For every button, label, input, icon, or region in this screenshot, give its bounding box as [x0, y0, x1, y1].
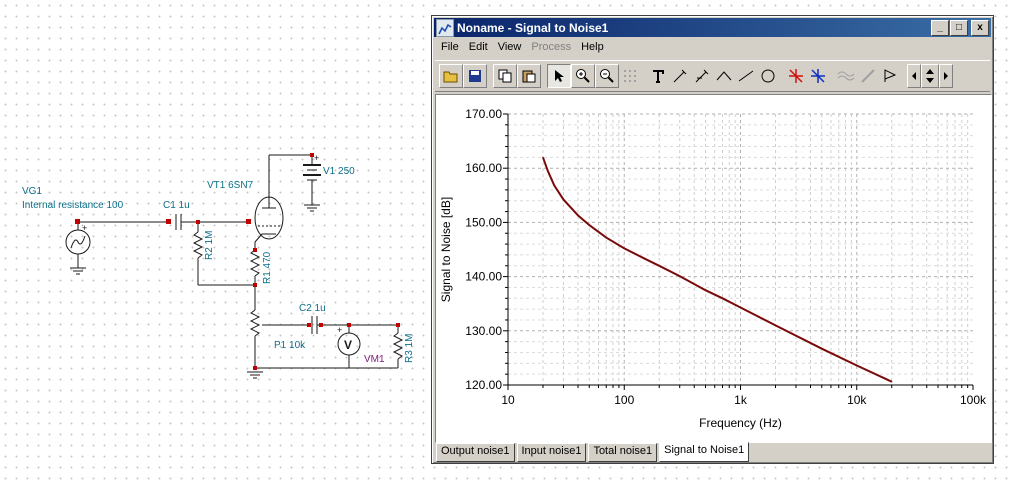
- y-tick-label: 150.00: [465, 215, 502, 229]
- menu-process: Process: [531, 41, 572, 53]
- signal-to-noise-chart[interactable]: 120.00 130.00 140.00 150.00 160.00 170.00 10 10…: [436, 95, 991, 442]
- tab-strip: Output noise1 Input noise1 Total noise1 …: [436, 442, 751, 462]
- title-bar[interactable]: Noname - Signal to Noise1 _ □ x: [434, 18, 991, 37]
- y-tick-label: 170.00: [465, 107, 502, 121]
- close-button[interactable]: x: [971, 20, 989, 36]
- signal-to-noise-data-point: [679, 275, 681, 277]
- vm1-glyph: V: [344, 338, 352, 352]
- signal-to-noise-data-point: [821, 348, 823, 350]
- save-icon[interactable]: [463, 64, 487, 88]
- signal-to-noise-data-point: [547, 170, 549, 172]
- menu-file[interactable]: File: [436, 39, 464, 57]
- menu-edit[interactable]: Edit: [464, 39, 493, 57]
- signal-to-noise-data-point: [542, 156, 544, 158]
- signal-to-noise-series-line: [542, 157, 893, 383]
- marker-icon[interactable]: [669, 65, 691, 87]
- r2-label: R2 1M: [204, 231, 215, 260]
- signal-to-noise-data-point: [891, 381, 893, 383]
- x-tick-label: 100: [614, 393, 634, 407]
- minimize-button[interactable]: _: [931, 20, 949, 36]
- nav-right-icon[interactable]: [939, 64, 953, 88]
- nav-updown-icon[interactable]: [921, 64, 939, 88]
- menu-bar: File Edit View Process Help: [436, 39, 609, 57]
- tab-input-noise[interactable]: Input noise1: [516, 443, 587, 462]
- circle-icon[interactable]: [757, 65, 779, 87]
- tab-output-noise[interactable]: Output noise1: [436, 443, 515, 462]
- y-axis-label: Signal to Noise [dB]: [439, 197, 453, 302]
- v1-label: V1 250: [323, 166, 355, 177]
- vg1-plus-sign: +: [82, 223, 87, 233]
- toolbar: [435, 60, 990, 92]
- line-tool-icon[interactable]: [713, 65, 735, 87]
- text-icon[interactable]: [647, 65, 669, 87]
- cursor-b-icon[interactable]: [807, 65, 829, 87]
- analysis-window: Noname - Signal to Noise1 _ □ x File Edi…: [431, 15, 994, 464]
- signal-to-noise-data-point: [562, 199, 565, 201]
- plot-area[interactable]: 120.00 130.00 140.00 150.00 160.00 170.00 10 10…: [435, 94, 992, 443]
- c1-label: C1 1u: [163, 200, 190, 211]
- paste-icon[interactable]: [517, 64, 541, 88]
- signal-to-noise-data-point: [577, 214, 579, 216]
- signal-to-noise-data-point: [739, 306, 742, 309]
- signal-to-noise-data-point: [623, 247, 625, 250]
- cursor-a-icon[interactable]: [785, 65, 807, 87]
- copy-icon[interactable]: [493, 64, 517, 88]
- signal-to-noise-data-point: [588, 224, 590, 226]
- flag-icon[interactable]: [879, 65, 901, 87]
- signal-to-noise-data-point: [774, 324, 777, 326]
- vg1-label: VG1: [22, 186, 42, 197]
- tab-signal-to-noise[interactable]: Signal to Noise1: [659, 442, 750, 462]
- v1-plus-sign: +: [314, 153, 319, 163]
- y-tick-label: 140.00: [465, 270, 502, 284]
- app-icon: [436, 18, 454, 37]
- menu-help[interactable]: Help: [576, 39, 609, 57]
- p1-label: P1 10k: [274, 340, 306, 351]
- pen-icon[interactable]: [857, 65, 879, 87]
- line-icon[interactable]: [735, 65, 757, 87]
- r1-label: R1 470: [262, 251, 273, 284]
- signal-to-noise-data-point: [644, 258, 646, 260]
- signal-to-noise-data-point: [721, 297, 724, 299]
- marker-b-icon[interactable]: [691, 65, 713, 87]
- nav-left-icon[interactable]: [907, 64, 921, 88]
- pointer-icon[interactable]: [547, 64, 571, 88]
- signal-to-noise-data-point: [856, 364, 858, 367]
- menu-view[interactable]: View: [493, 39, 527, 57]
- open-icon[interactable]: [439, 64, 463, 88]
- y-tick-label: 130.00: [465, 324, 502, 338]
- window-title: Noname - Signal to Noise1: [457, 20, 609, 35]
- y-tick-label: 160.00: [465, 161, 502, 175]
- vt1-label: VT1 6SN7: [207, 180, 254, 191]
- vm1-plus-sign: +: [337, 325, 342, 335]
- vg1-note-label: Internal resistance 100: [22, 200, 124, 211]
- y-tick-label: 120.00: [465, 378, 502, 392]
- maximize-button[interactable]: □: [950, 20, 968, 36]
- zoom-in-icon[interactable]: [571, 64, 595, 88]
- c2-label: C2 1u: [299, 303, 326, 314]
- x-axis-label: Frequency (Hz): [699, 416, 782, 430]
- x-tick-label: 10: [501, 393, 515, 407]
- grid-icon[interactable]: [619, 65, 641, 87]
- signal-to-noise-data-point: [553, 184, 555, 187]
- circuit-schematic: VG1 Internal resistance 100 VT1 6SN7 V1 …: [22, 153, 415, 379]
- tab-total-noise[interactable]: Total noise1: [588, 443, 658, 462]
- signal-to-noise-data-point: [704, 289, 707, 291]
- x-tick-label: 100k: [960, 393, 987, 407]
- zoom-reset-icon[interactable]: [595, 64, 619, 88]
- curve-icon[interactable]: [835, 65, 857, 87]
- vm1-label: VM1: [364, 354, 385, 365]
- signal-to-noise-data-point: [658, 265, 660, 267]
- signal-to-noise-data-point: [605, 236, 607, 239]
- x-tick-label: 1k: [734, 393, 748, 407]
- x-tick-label: 10k: [847, 393, 867, 407]
- r3-label: R3 1M: [404, 334, 415, 363]
